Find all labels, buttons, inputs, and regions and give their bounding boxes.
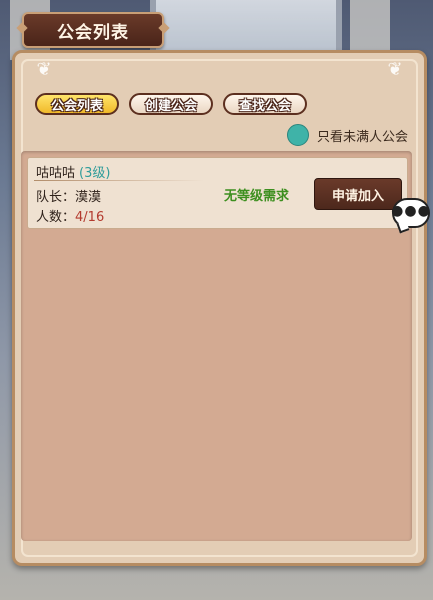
- guild-name-row: 咕咕咕 (3级): [36, 162, 110, 181]
- title-tab: 公会列表: [22, 12, 164, 48]
- level-requirement: 无等级需求: [224, 189, 290, 204]
- page-title: 公会列表: [57, 22, 129, 43]
- members-label: 人数：: [36, 210, 76, 225]
- leader-label: 队长：: [36, 190, 76, 205]
- ellipsis-dots: ●●●: [391, 203, 431, 219]
- guild-name: 咕咕咕: [36, 166, 76, 181]
- divider: [34, 180, 204, 181]
- tab-create-guild[interactable]: 创建公会: [129, 93, 213, 115]
- ornament-icon: ❦: [36, 59, 52, 80]
- toggle-circle-icon[interactable]: [286, 124, 309, 146]
- filter-not-full-toggle[interactable]: 只看未满人公会: [286, 124, 408, 146]
- apply-join-button[interactable]: 申请加入: [314, 178, 402, 210]
- members-count: 4/16: [75, 210, 105, 225]
- filter-label: 只看未满人公会: [316, 129, 408, 145]
- guild-list: 咕咕咕 (3级) 队长：漠漠 人数：4/16 无等级需求 申请加入: [21, 151, 412, 541]
- ornament-icon: ❦: [387, 59, 403, 80]
- leader-row: 队长：漠漠: [36, 186, 101, 205]
- tab-guild-list[interactable]: 公会列表: [35, 93, 119, 115]
- list-item: 咕咕咕 (3级) 队长：漠漠 人数：4/16 无等级需求 申请加入: [27, 157, 408, 229]
- leader-name: 漠漠: [75, 190, 102, 205]
- tab-find-guild[interactable]: 查找公会: [223, 93, 307, 115]
- speech-bubble-ellipsis-icon[interactable]: ●●●: [391, 198, 431, 228]
- members-row: 人数：4/16: [36, 206, 104, 225]
- guild-level: (3级): [79, 166, 111, 181]
- guild-panel: ❦ ❦ 公会列表 创建公会 查找公会 只看未满人公会 咕咕咕 (3级) 队长：漠漠…: [12, 50, 427, 566]
